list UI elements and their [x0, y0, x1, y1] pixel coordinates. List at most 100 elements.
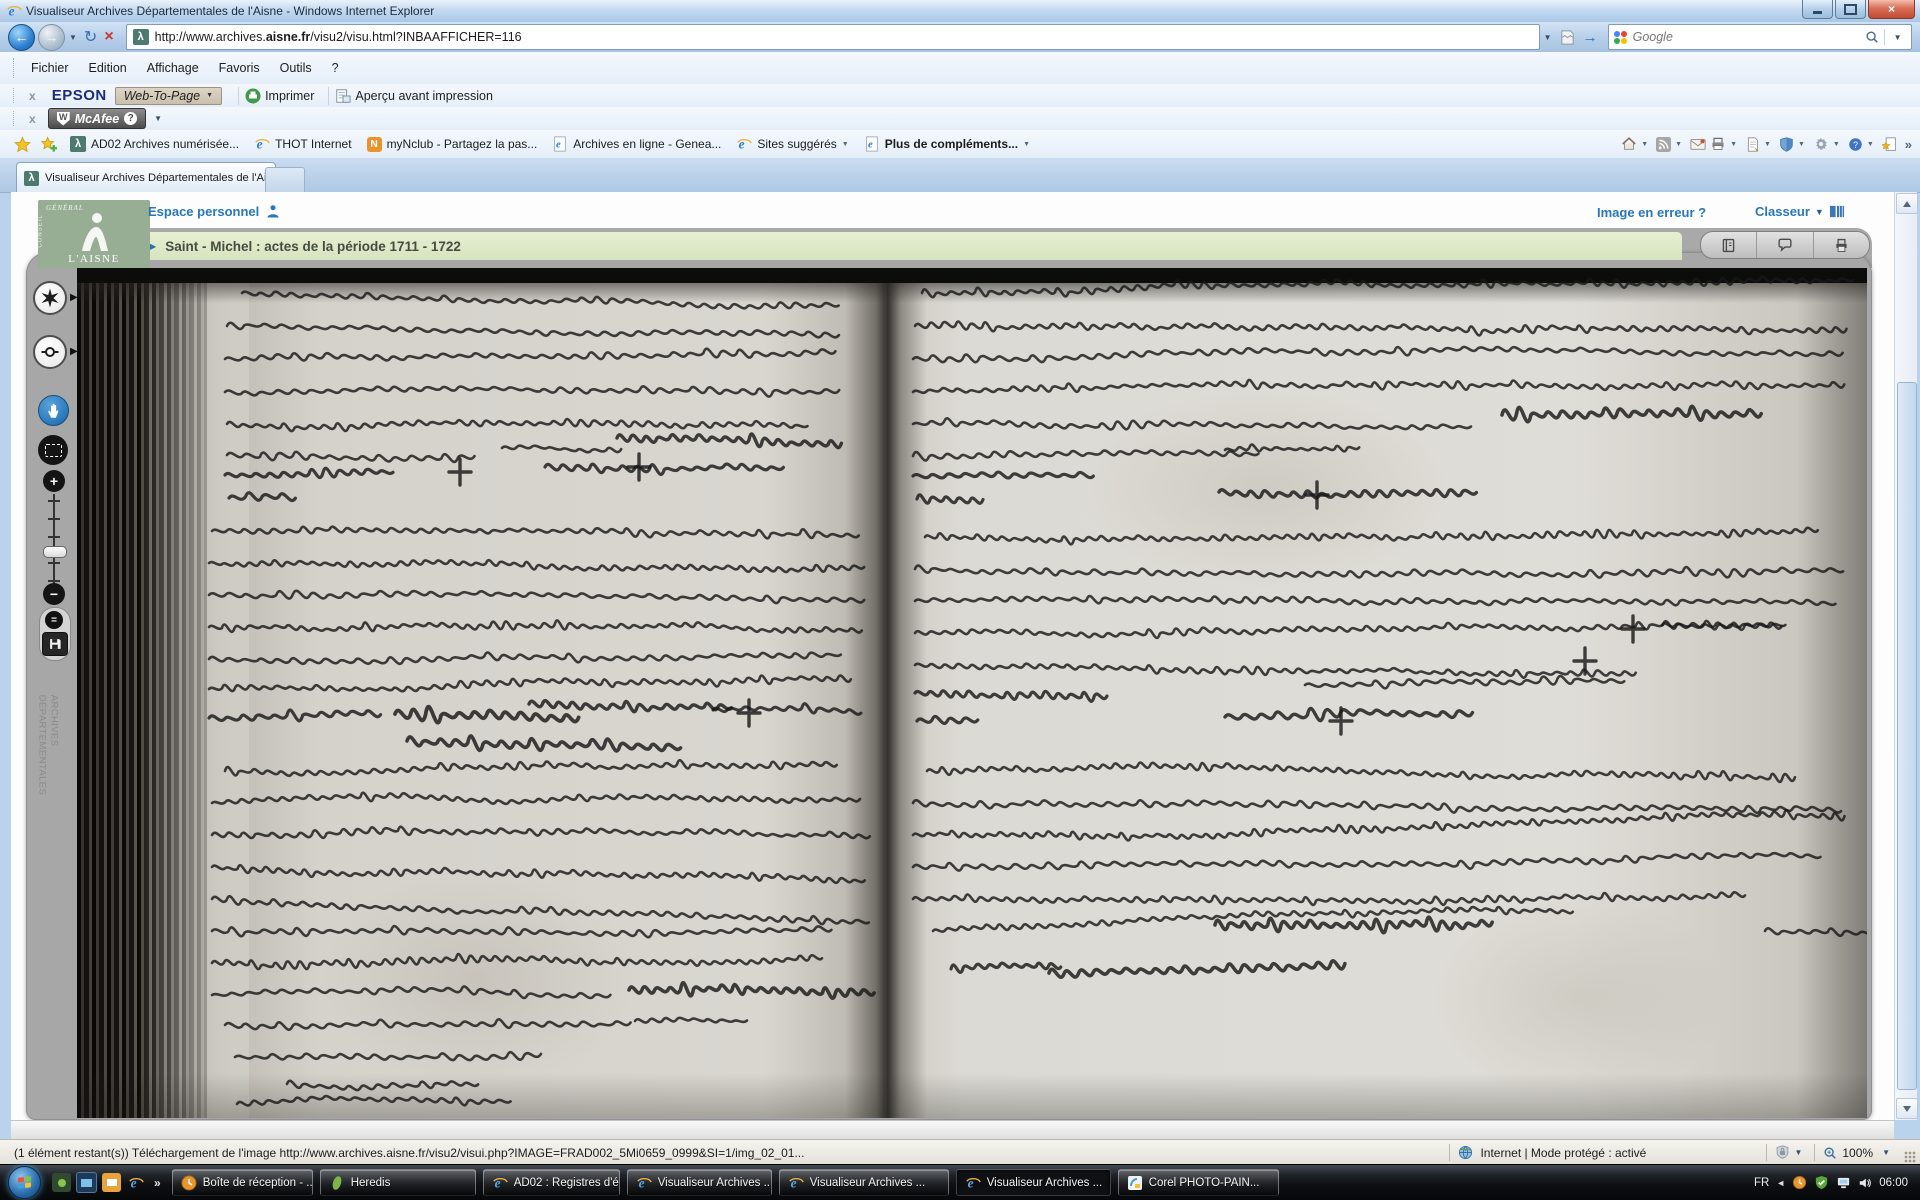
- minimize-button[interactable]: [1802, 0, 1833, 19]
- favorites-doc-icon[interactable]: [1882, 137, 1897, 152]
- quicklaunch-chevron[interactable]: »: [154, 1176, 161, 1190]
- fit-size-button[interactable]: =: [45, 611, 63, 629]
- contrast-tool[interactable]: [33, 335, 67, 369]
- mcafee-close-button[interactable]: x: [29, 112, 36, 126]
- image-error-link[interactable]: Image en erreur ?: [1597, 205, 1706, 220]
- zoom-control[interactable]: 100% ▼: [1823, 1146, 1898, 1160]
- page-vertical-scrollbar[interactable]: [1894, 192, 1917, 1120]
- zoom-out-button[interactable]: −: [43, 583, 65, 605]
- favorite-plus-complements[interactable]: e Plus de compléments... ▼: [864, 136, 1030, 152]
- conseil-general-aisne-logo[interactable]: GÉNÉRAL CONSEIL L'AISNE: [38, 200, 150, 268]
- comment-button[interactable]: [1756, 232, 1812, 258]
- mail-icon[interactable]: [1690, 136, 1706, 152]
- apercu-button[interactable]: Aperçu avant impression: [355, 89, 493, 103]
- zoom-in-button[interactable]: +: [43, 470, 65, 492]
- favorites-star-icon[interactable]: [14, 136, 31, 153]
- show-desktop-icon[interactable]: [76, 1172, 97, 1193]
- mcafee-button[interactable]: W McAfee ?: [48, 108, 146, 129]
- menu-edition[interactable]: Edition: [79, 61, 137, 75]
- favorite-mynclub[interactable]: N myNclub - Partagez la pas...: [367, 137, 538, 152]
- taskbar-button-corel[interactable]: Corel PHOTO-PAIN...: [1118, 1169, 1279, 1196]
- history-dropdown[interactable]: ▼: [69, 33, 77, 42]
- protected-mode-dropdown[interactable]: ▼: [1794, 1148, 1802, 1157]
- save-image-button[interactable]: [42, 632, 68, 656]
- menu-outils[interactable]: Outils: [270, 61, 322, 75]
- address-dropdown[interactable]: ▼: [1544, 33, 1552, 42]
- epson-close-button[interactable]: x: [29, 89, 36, 103]
- close-button[interactable]: ×: [1868, 0, 1915, 19]
- language-indicator[interactable]: FR: [1754, 1177, 1769, 1189]
- quicklaunch-app-icon[interactable]: [52, 1173, 71, 1192]
- quicklaunch-mail-icon[interactable]: [102, 1173, 121, 1192]
- manuscript-image[interactable]: [77, 268, 1867, 1118]
- selection-tool[interactable]: [38, 435, 68, 465]
- back-button[interactable]: ←: [8, 24, 35, 51]
- classeur-control[interactable]: Classeur ▼: [1755, 204, 1845, 219]
- zoom-slider-handle[interactable]: [43, 546, 67, 558]
- home-icon[interactable]: [1621, 136, 1637, 152]
- page-icon[interactable]: [1745, 137, 1760, 152]
- print-icon[interactable]: [1710, 136, 1726, 152]
- gear-icon[interactable]: [1813, 136, 1829, 152]
- favorite-thot[interactable]: e THOT Internet: [254, 136, 351, 152]
- espace-personnel-link[interactable]: Espace personnel: [148, 204, 280, 219]
- taskbar-button-heredis[interactable]: Heredis: [320, 1169, 476, 1196]
- mcafee-dropdown[interactable]: ▼: [154, 114, 162, 123]
- safety-shield-icon[interactable]: [1779, 137, 1794, 152]
- tab-visualiseur[interactable]: λ Visualiseur Archives Départementales d…: [16, 162, 276, 193]
- toolbar-grip[interactable]: [13, 58, 14, 79]
- tray-security-shield-icon[interactable]: [1814, 1175, 1829, 1190]
- tray-clock-icon[interactable]: [1792, 1175, 1807, 1190]
- page-horizontal-scrollbar[interactable]: [11, 1120, 1894, 1141]
- search-options-dropdown[interactable]: ▼: [1894, 33, 1902, 42]
- pan-hand-tool[interactable]: [38, 395, 69, 426]
- rss-feed-icon[interactable]: [1656, 137, 1671, 152]
- menu-favoris[interactable]: Favoris: [209, 61, 270, 75]
- toolbar-grip[interactable]: [13, 111, 14, 126]
- refresh-button[interactable]: ↻: [84, 27, 97, 47]
- favorite-sites-suggeres[interactable]: e Sites suggérés ▼: [736, 136, 848, 152]
- taskbar-button-visualiseur-1[interactable]: e Visualiseur Archives ...: [627, 1169, 772, 1196]
- new-tab-button[interactable]: [265, 167, 305, 193]
- scroll-down-button[interactable]: [1896, 1098, 1918, 1119]
- menu-fichier[interactable]: Fichier: [21, 61, 79, 75]
- imprimer-button[interactable]: Imprimer: [265, 89, 314, 103]
- tray-expand-icon[interactable]: ◄: [1776, 1178, 1785, 1188]
- scroll-up-button[interactable]: [1896, 193, 1918, 214]
- menu-affichage[interactable]: Affichage: [137, 61, 209, 75]
- add-favorite-icon[interactable]: [41, 136, 58, 153]
- web-to-page-button[interactable]: Web-To-Page ▼: [115, 87, 222, 105]
- favorite-archives-en-ligne[interactable]: e Archives en ligne - Genea...: [552, 136, 721, 152]
- menu-aide[interactable]: ?: [322, 61, 349, 75]
- security-zone[interactable]: Internet | Mode protégé : activé: [1458, 1145, 1758, 1160]
- rotate-compass-tool[interactable]: [33, 281, 67, 315]
- zoom-slider-track[interactable]: [53, 494, 55, 588]
- clock[interactable]: 06:00: [1879, 1177, 1908, 1189]
- search-box[interactable]: Google ▼: [1608, 24, 1912, 50]
- maximize-button[interactable]: [1835, 0, 1866, 19]
- more-commands-chevron[interactable]: »: [1905, 137, 1912, 152]
- go-button[interactable]: →: [1583, 29, 1598, 46]
- zoom-dropdown[interactable]: ▼: [1882, 1148, 1890, 1157]
- quicklaunch-ie-icon[interactable]: e: [126, 1173, 145, 1192]
- favorite-ad02[interactable]: λ AD02 Archives numérisée...: [70, 136, 239, 152]
- help-icon[interactable]: ?: [1848, 137, 1863, 152]
- forward-button[interactable]: →: [38, 24, 65, 51]
- taskbar-button-visualiseur-2[interactable]: e Visualiseur Archives ...: [779, 1169, 949, 1196]
- taskbar-button-ad02[interactable]: e AD02 : Registres d'ét...: [483, 1169, 620, 1196]
- start-button[interactable]: [8, 1166, 41, 1199]
- address-bar[interactable]: λ http://www.archives.aisne.fr/visu2/vis…: [126, 24, 1540, 50]
- taskbar-button-inbox[interactable]: Boîte de réception - ...: [172, 1169, 313, 1196]
- taskbar-button-visualiseur-active[interactable]: e Visualiseur Archives ...: [956, 1169, 1111, 1196]
- stop-button[interactable]: ×: [104, 28, 113, 46]
- classeur-grid-icon[interactable]: [1829, 204, 1845, 219]
- window-titlebar[interactable]: e Visualiseur Archives Départementales d…: [0, 0, 1920, 23]
- compatibility-view-icon[interactable]: [1559, 29, 1576, 46]
- toolbar-grip[interactable]: [13, 88, 14, 103]
- search-icon[interactable]: [1865, 30, 1879, 44]
- speaker-icon[interactable]: [1858, 1176, 1872, 1190]
- scrollbar-thumb[interactable]: [1897, 382, 1917, 1090]
- protected-mode-icon[interactable]: [1775, 1145, 1790, 1160]
- print-image-button[interactable]: [1813, 232, 1869, 258]
- binder-button[interactable]: [1701, 232, 1756, 258]
